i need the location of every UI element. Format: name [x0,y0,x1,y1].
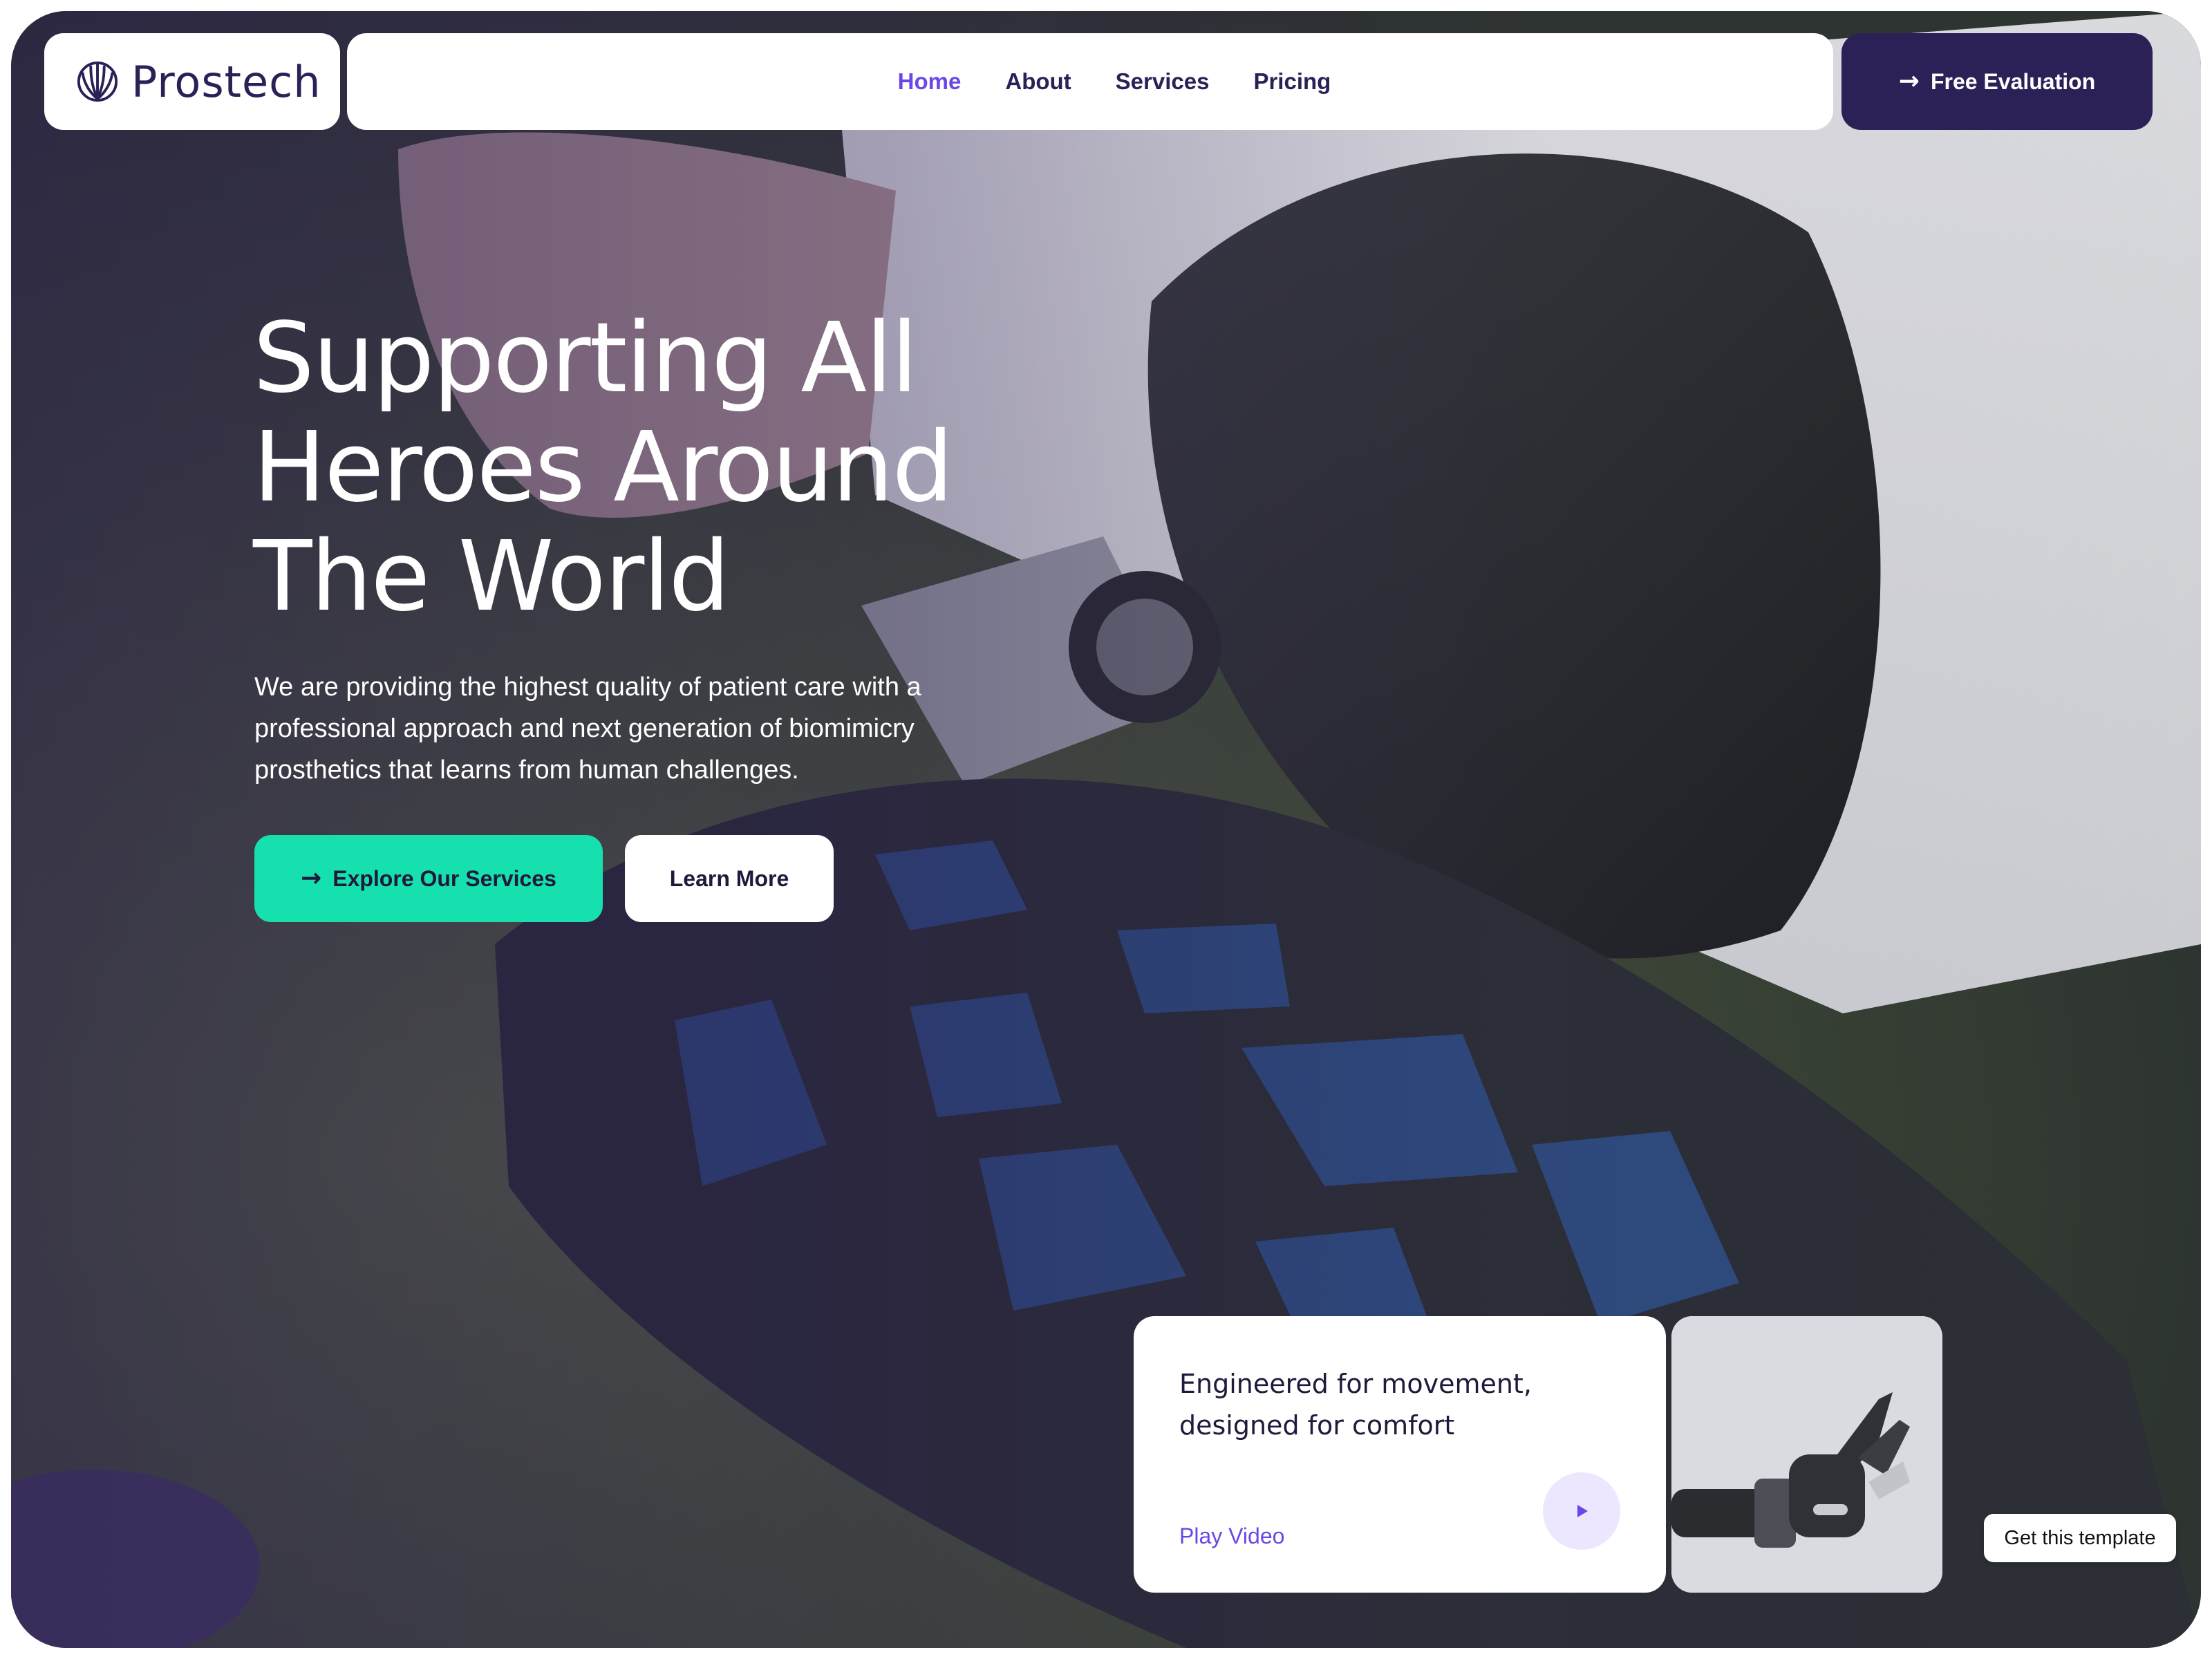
nav-item-services[interactable]: Services [1116,68,1210,95]
hero-description-line: prosthetics that learns from human chall… [254,756,799,785]
prosthetic-hand-thumbnail[interactable] [1671,1316,1942,1593]
hero-description-line: We are providing the highest quality of … [254,673,921,702]
video-card-title-line: Engineered for movement, [1179,1369,1532,1399]
learn-more-label: Learn More [669,865,789,891]
free-evaluation-button[interactable]: → Free Evaluation [1841,33,2153,130]
hero-title-line: Heroes Around [253,411,953,524]
play-video-link[interactable]: Play Video [1179,1524,1284,1549]
hero-description: We are providing the highest quality of … [254,666,1001,791]
explore-services-button[interactable]: → Explore Our Services [254,835,603,922]
arrow-right-icon: → [1898,67,1920,95]
main-navigation: Home About Services Pricing [347,33,1833,130]
hero-title-line: The World [253,521,730,633]
shell-logo-icon [77,61,118,102]
hero-description-line: professional approach and next generatio… [254,714,915,743]
play-icon [1577,1505,1588,1517]
brand-name: Prostech [131,56,321,107]
nav-item-pricing[interactable]: Pricing [1253,68,1331,95]
learn-more-button[interactable]: Learn More [625,835,834,922]
hero-title: Supporting All Heroes Around The World [253,304,1082,632]
video-card-title-line: designed for comfort [1179,1410,1455,1441]
nav-item-home[interactable]: Home [898,68,962,95]
video-card: Engineered for movement, designed for co… [1134,1316,1666,1593]
free-evaluation-label: Free Evaluation [1930,68,2096,94]
nav-item-about[interactable]: About [1005,68,1071,95]
get-template-badge[interactable]: Get this template [1984,1514,2176,1562]
arrow-right-icon: → [301,864,322,892]
hero-title-line: Supporting All [253,302,918,415]
explore-services-label: Explore Our Services [332,865,556,891]
play-video-button[interactable] [1543,1472,1620,1550]
brand-logo[interactable]: Prostech [44,33,340,130]
video-card-title: Engineered for movement, designed for co… [1179,1363,1566,1446]
